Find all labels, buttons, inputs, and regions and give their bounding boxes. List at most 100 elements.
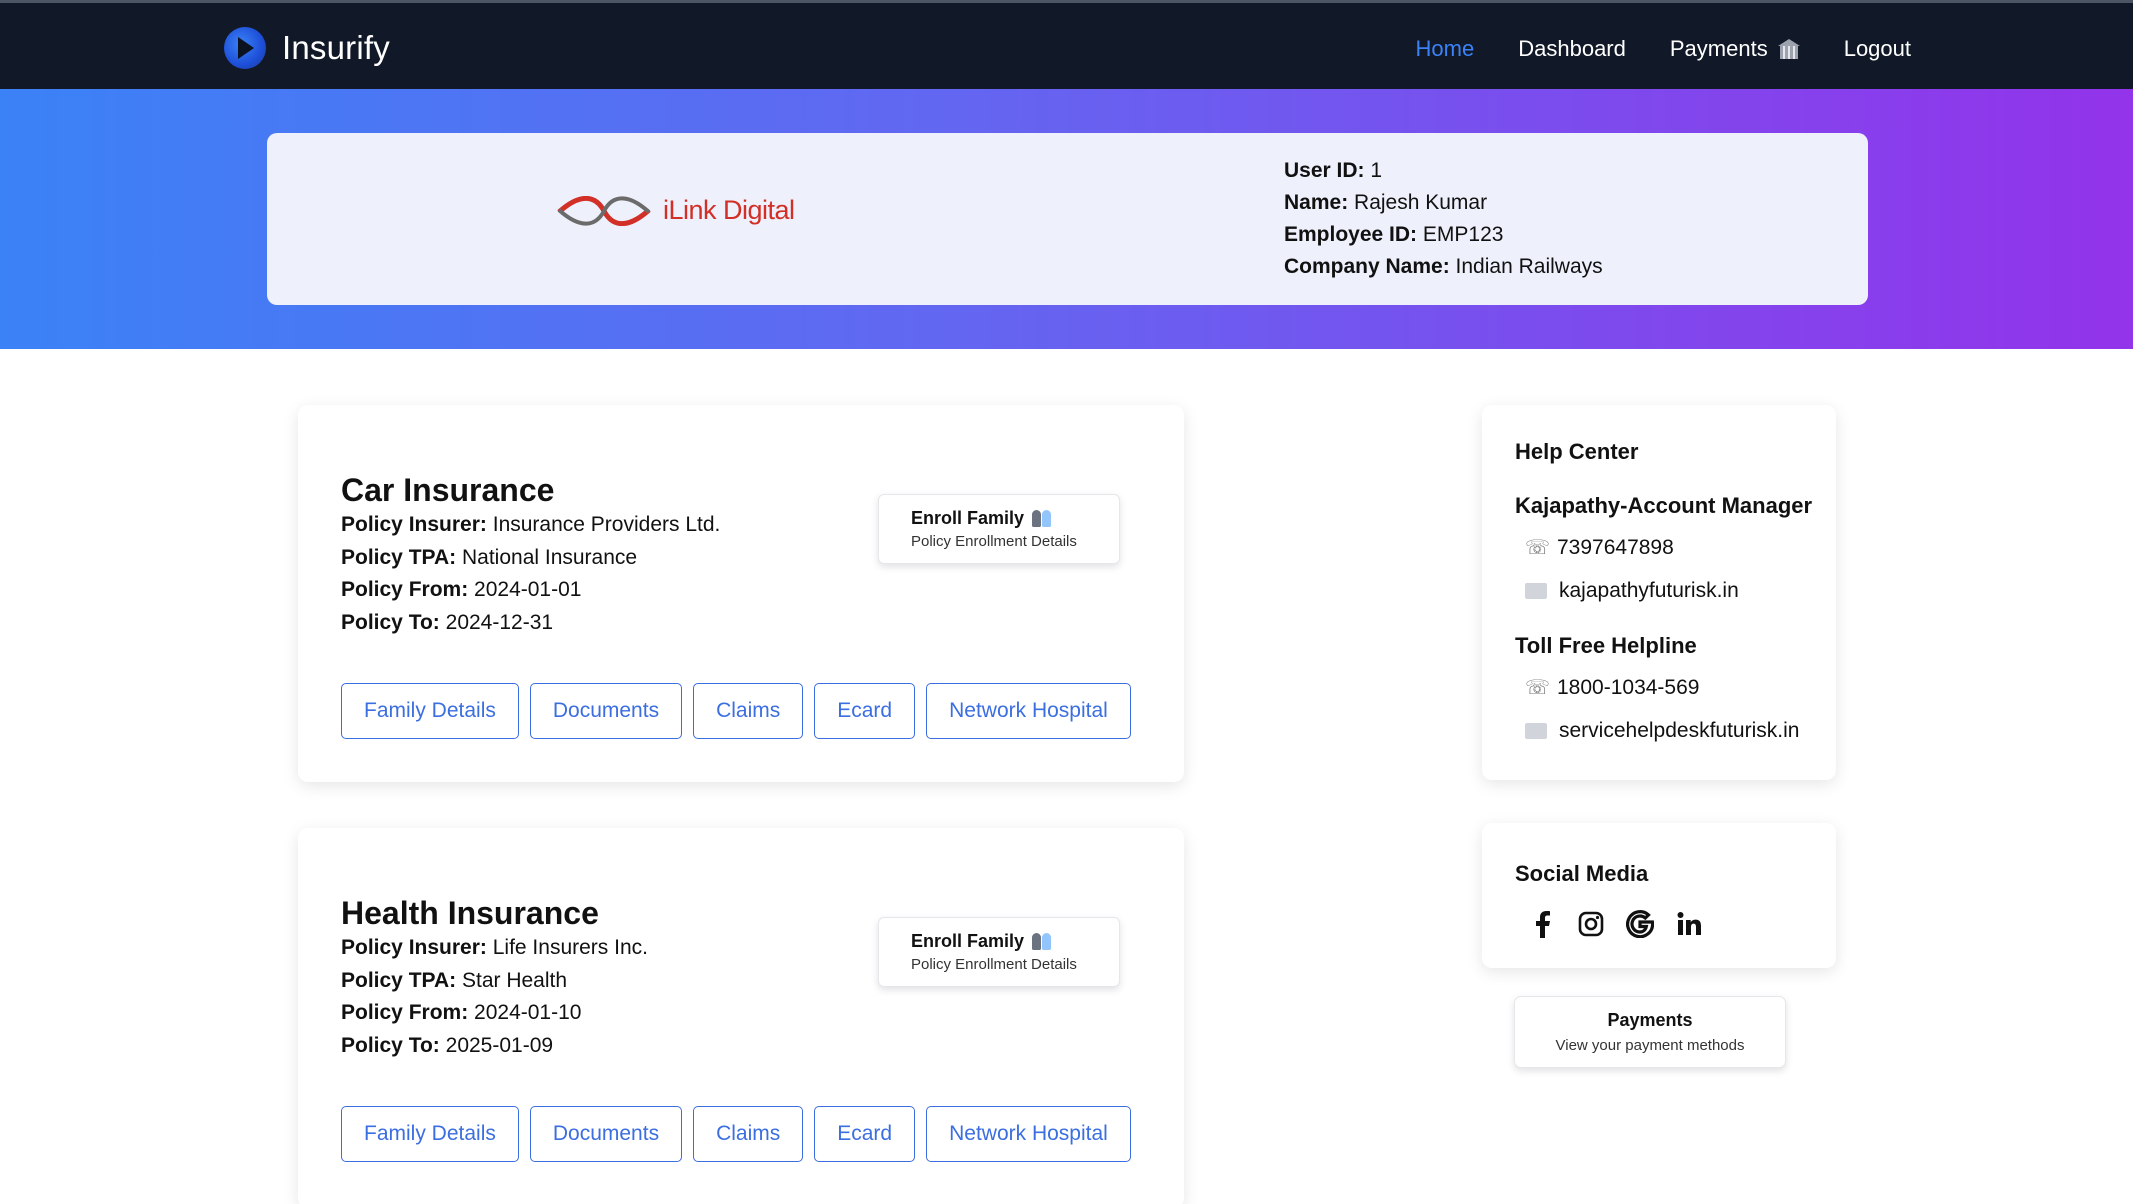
help-center-card: Help Center Kajapathy-Account Manager ☏ … (1482, 405, 1836, 780)
policy-to-value: 2025-01-09 (445, 1033, 554, 1057)
company-logo-text: iLink Digital (663, 195, 795, 225)
ilink-logo-icon (557, 195, 651, 226)
ecard-button[interactable]: Ecard (814, 1106, 916, 1162)
policy-from-value: 2024-01-10 (474, 1001, 582, 1024)
nav-link-home[interactable]: Home (1416, 36, 1475, 62)
policy-from-label: Policy From: (341, 578, 469, 601)
policy-actions: Family Details Documents Claims Ecard Ne… (341, 683, 1142, 739)
enroll-family-button[interactable]: Enroll Family Policy Enrollment Details (878, 917, 1120, 987)
policy-insurer: Policy Insurer: Insurance Providers Ltd. (341, 509, 720, 542)
linkedin-icon[interactable] (1674, 909, 1704, 939)
ecard-button[interactable]: Ecard (814, 683, 916, 739)
account-manager-phone[interactable]: ☏ 7397647898 (1525, 535, 1674, 560)
policy-title: Health Insurance (341, 895, 599, 931)
network-hospital-button[interactable]: Network Hospital (926, 683, 1131, 739)
helpline-title: Toll Free Helpline (1515, 633, 1697, 658)
enroll-family-subtitle: Policy Enrollment Details (911, 533, 1077, 550)
policy-tpa-label: Policy TPA: (341, 545, 457, 569)
brand-name: Insurify (282, 29, 390, 66)
nav-link-payments-label: Payments (1669, 36, 1768, 61)
account-manager-email-value: kajapathyfuturisk.in (1559, 579, 1739, 602)
payments-card-subtitle: View your payment methods (1555, 1037, 1745, 1054)
policy-insurer-label: Policy Insurer: (341, 936, 487, 959)
policy-details: Policy Insurer: Insurance Providers Ltd.… (341, 509, 720, 639)
family-details-button[interactable]: Family Details (341, 1106, 519, 1162)
helpline-phone[interactable]: ☏ 1800-1034-569 (1525, 675, 1699, 700)
employee-id-value: EMP123 (1422, 223, 1504, 246)
helpline-email-value: servicehelpdeskfuturisk.in (1559, 719, 1800, 742)
policy-tpa-label: Policy TPA: (341, 968, 457, 992)
nav-link-home-label: Home (1415, 36, 1475, 61)
policy-insurer-value: Life Insurers Inc. (492, 936, 648, 959)
company-value: Indian Railways (1455, 255, 1603, 278)
policy-insurer: Policy Insurer: Life Insurers Inc. (341, 932, 648, 965)
account-manager-phone-value: 7397647898 (1557, 535, 1674, 559)
policy-from-value: 2024-01-01 (474, 578, 582, 601)
policy-insurer-label: Policy Insurer: (341, 513, 487, 536)
name-value: Rajesh Kumar (1354, 191, 1488, 214)
enroll-family-button[interactable]: Enroll Family Policy Enrollment Details (878, 494, 1120, 564)
policy-to-label: Policy To: (341, 1033, 440, 1057)
user-id-row: User ID: 1 (1284, 155, 1603, 187)
google-icon[interactable] (1625, 909, 1655, 939)
policy-actions: Family Details Documents Claims Ecard Ne… (341, 1106, 1142, 1162)
nav-link-dashboard-label: Dashboard (1518, 36, 1626, 61)
nav-link-logout[interactable]: Logout (1844, 36, 1911, 62)
claims-button[interactable]: Claims (693, 1106, 804, 1162)
nav-link-dashboard[interactable]: Dashboard (1518, 36, 1626, 62)
account-manager-email[interactable]: kajapathyfuturisk.in (1525, 579, 1739, 603)
company-row: Company Name: Indian Railways (1284, 251, 1603, 283)
nav-link-payments[interactable]: Payments (1670, 36, 1800, 62)
documents-button[interactable]: Documents (529, 1106, 683, 1162)
payments-card[interactable]: Payments View your payment methods (1514, 996, 1786, 1068)
policy-from: Policy From: 2024-01-01 (341, 574, 720, 607)
social-icons (1527, 909, 1723, 939)
policy-title: Car Insurance (341, 472, 555, 508)
brand[interactable]: Insurify (224, 27, 390, 69)
enroll-family-label: Enroll Family (911, 508, 1025, 528)
policy-to-value: 2024-12-31 (445, 610, 554, 634)
enroll-family-title: Enroll Family (911, 931, 1119, 952)
enroll-family-title: Enroll Family (911, 508, 1119, 529)
documents-button[interactable]: Documents (529, 683, 683, 739)
user-id-label: User ID: (1284, 159, 1365, 182)
profile-info: User ID: 1 Name: Rajesh Kumar Employee I… (1284, 155, 1603, 283)
mail-icon (1525, 723, 1547, 739)
account-manager-title: Kajapathy-Account Manager (1515, 493, 1813, 518)
policy-insurer-value: Insurance Providers Ltd. (492, 513, 721, 536)
employee-id-row: Employee ID: EMP123 (1284, 219, 1603, 251)
policy-card-car: Car Insurance Policy Insurer: Insurance … (298, 405, 1184, 782)
policy-to-label: Policy To: (341, 610, 440, 634)
phone-icon: ☏ (1525, 537, 1551, 559)
instagram-icon[interactable] (1576, 909, 1606, 939)
policy-to: Policy To: 2024-12-31 (341, 607, 720, 640)
social-media-title: Social Media (1515, 861, 1649, 886)
family-icon (1032, 510, 1052, 527)
policy-tpa-value: Star Health (461, 968, 568, 992)
help-center-title: Help Center (1515, 439, 1639, 464)
helpline-phone-value: 1800-1034-569 (1557, 675, 1700, 699)
policy-to: Policy To: 2025-01-09 (341, 1030, 648, 1063)
claims-button[interactable]: Claims (693, 683, 804, 739)
name-label: Name: (1284, 191, 1349, 214)
family-details-button[interactable]: Family Details (341, 683, 519, 739)
policy-from-label: Policy From: (341, 1001, 469, 1024)
policy-card-health: Health Insurance Policy Insurer: Life In… (298, 828, 1184, 1204)
facebook-icon[interactable] (1527, 909, 1557, 939)
nav-link-logout-label: Logout (1843, 36, 1911, 61)
mail-icon (1525, 583, 1547, 599)
network-hospital-button[interactable]: Network Hospital (926, 1106, 1131, 1162)
policy-tpa: Policy TPA: National Insurance (341, 542, 720, 575)
enroll-family-label: Enroll Family (911, 931, 1025, 951)
policy-from: Policy From: 2024-01-10 (341, 997, 648, 1030)
hero-banner: iLink Digital User ID: 1 Name: Rajesh Ku… (0, 89, 2133, 349)
profile-card: iLink Digital User ID: 1 Name: Rajesh Ku… (267, 133, 1868, 305)
employee-id-label: Employee ID: (1284, 223, 1418, 246)
family-icon (1032, 933, 1052, 950)
helpline-email[interactable]: servicehelpdeskfuturisk.in (1525, 719, 1799, 743)
name-row: Name: Rajesh Kumar (1284, 187, 1603, 219)
social-media-card: Social Media (1482, 823, 1836, 968)
policy-details: Policy Insurer: Life Insurers Inc. Polic… (341, 932, 648, 1062)
policy-tpa: Policy TPA: Star Health (341, 965, 648, 998)
company-logo: iLink Digital (557, 195, 795, 226)
